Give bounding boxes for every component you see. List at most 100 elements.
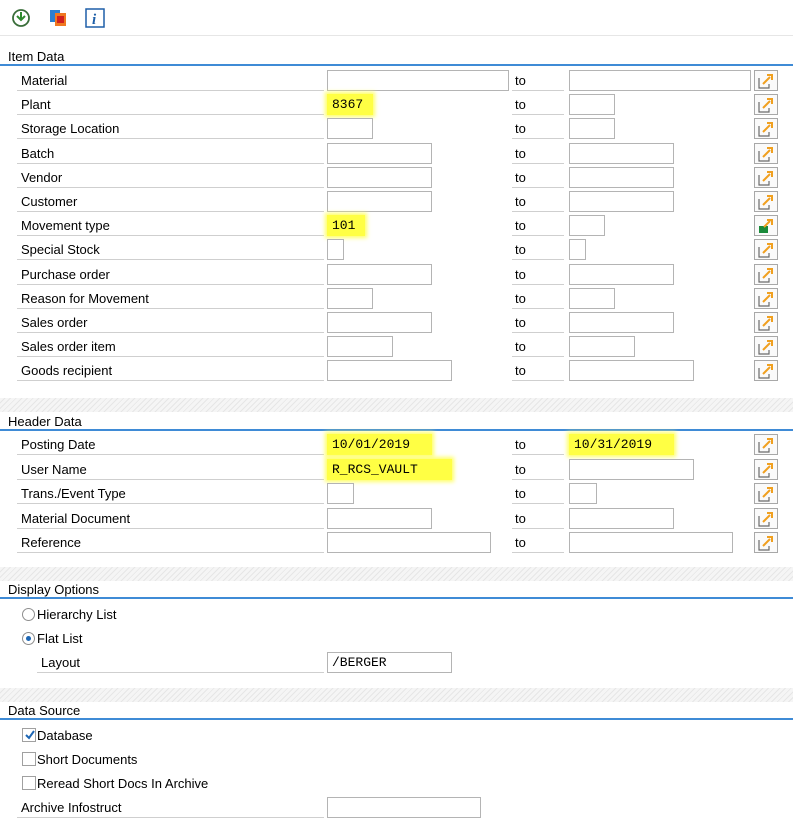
archive-infostruct-field[interactable]: [327, 797, 481, 818]
multiple-selection-button[interactable]: [754, 532, 778, 553]
multiple-selection-button[interactable]: [754, 287, 778, 309]
from-field[interactable]: [327, 507, 432, 529]
from-field[interactable]: 101: [327, 215, 365, 237]
multiple-selection-button[interactable]: [754, 142, 778, 164]
multiple-selection-button[interactable]: [754, 239, 778, 261]
from-field[interactable]: 8367: [327, 94, 373, 116]
to-field[interactable]: [569, 70, 751, 91]
multiple-selection-button[interactable]: [754, 360, 778, 382]
field-label: Material: [17, 70, 324, 91]
multiple-selection-button[interactable]: [754, 336, 778, 358]
from-field[interactable]: [327, 263, 432, 285]
from-field[interactable]: [327, 312, 432, 333]
multiple-selection-button[interactable]: [754, 118, 778, 140]
layout-label: Layout: [37, 652, 324, 673]
multiple-selection-button[interactable]: [754, 191, 778, 212]
to-label: to: [512, 459, 564, 480]
select-option-row: Customer to: [0, 191, 793, 215]
select-option-row: Movement type 101 to: [0, 215, 793, 239]
to-label: to: [512, 239, 564, 261]
field-label: Customer: [17, 191, 324, 212]
to-field[interactable]: [569, 215, 605, 237]
from-field[interactable]: 10/01/2019: [327, 434, 432, 455]
to-field[interactable]: [569, 166, 674, 188]
to-label: to: [512, 191, 564, 212]
field-label: Batch: [17, 143, 324, 164]
from-field[interactable]: [327, 142, 432, 164]
selection-screen-icon[interactable]: [48, 7, 70, 29]
select-option-row: Sales order item to: [0, 336, 793, 360]
from-field[interactable]: [327, 287, 373, 309]
to-label: to: [512, 312, 564, 333]
from-field[interactable]: [327, 70, 509, 91]
select-option-row: Plant 8367 to: [0, 94, 793, 118]
field-label: Reason for Movement: [17, 288, 324, 309]
section-title-display-options: Display Options: [0, 581, 793, 599]
to-label: to: [512, 94, 564, 116]
section-title-header-data: Header Data: [0, 413, 793, 431]
multiple-selection-button[interactable]: [754, 434, 778, 455]
short-documents-checkbox[interactable]: [22, 752, 36, 766]
to-label: to: [512, 360, 564, 382]
to-field[interactable]: [569, 312, 674, 333]
multiple-selection-button[interactable]: [754, 483, 778, 504]
from-field[interactable]: [327, 118, 373, 140]
flat-list-label: Flat List: [37, 631, 83, 646]
multiple-selection-button[interactable]: [754, 70, 778, 91]
layout-field[interactable]: /BERGER: [327, 652, 452, 673]
to-field[interactable]: [569, 263, 674, 285]
archive-infostruct-label: Archive Infostruct: [17, 797, 324, 818]
from-field[interactable]: [327, 360, 452, 382]
from-field[interactable]: [327, 532, 491, 553]
from-field[interactable]: [327, 166, 432, 188]
reread-short-docs-option[interactable]: Reread Short Docs In Archive: [0, 773, 793, 797]
info-icon[interactable]: i: [84, 7, 106, 29]
to-field[interactable]: [569, 94, 615, 116]
to-field[interactable]: [569, 360, 694, 382]
select-option-row: Trans./Event Type to: [0, 483, 793, 507]
multiple-selection-button[interactable]: [754, 166, 778, 188]
from-field[interactable]: [327, 483, 354, 504]
to-field[interactable]: [569, 239, 586, 261]
application-toolbar: i: [0, 0, 793, 36]
to-field[interactable]: [569, 118, 615, 140]
section-divider: [0, 398, 793, 412]
multiple-selection-button[interactable]: [754, 94, 778, 116]
reread-short-docs-label: Reread Short Docs In Archive: [37, 776, 209, 791]
multiple-selection-button[interactable]: [754, 458, 778, 480]
multiple-selection-button[interactable]: [754, 215, 778, 237]
section-divider: [0, 688, 793, 702]
select-option-row: Reference to: [0, 532, 793, 556]
flat-list-radio[interactable]: [22, 632, 35, 645]
multiple-selection-button[interactable]: [754, 263, 778, 285]
to-field[interactable]: [569, 507, 674, 529]
to-label: to: [512, 483, 564, 504]
multiple-selection-button[interactable]: [754, 507, 778, 529]
to-field[interactable]: [569, 142, 674, 164]
reread-short-docs-checkbox[interactable]: [22, 776, 36, 790]
to-field[interactable]: [569, 336, 635, 358]
database-checkbox[interactable]: [22, 728, 36, 742]
hierarchy-list-radio[interactable]: [22, 608, 35, 621]
field-label: Sales order: [17, 312, 324, 333]
from-field[interactable]: [327, 239, 344, 261]
database-option[interactable]: Database: [0, 725, 793, 749]
to-label: to: [512, 70, 564, 91]
to-field[interactable]: [569, 287, 615, 309]
execute-icon[interactable]: [10, 7, 32, 29]
from-field[interactable]: R_RCS_VAULT: [327, 458, 452, 480]
to-label: to: [512, 336, 564, 358]
flat-list-option[interactable]: Flat List: [0, 628, 793, 652]
to-field[interactable]: 10/31/2019: [569, 434, 674, 455]
section-title-item-data: Item Data: [0, 48, 793, 66]
multiple-selection-button[interactable]: [754, 312, 778, 333]
to-field[interactable]: [569, 483, 597, 504]
from-field[interactable]: [327, 336, 393, 358]
field-label: Sales order item: [17, 336, 324, 358]
to-field[interactable]: [569, 532, 733, 553]
short-documents-option[interactable]: Short Documents: [0, 749, 793, 773]
from-field[interactable]: [327, 191, 432, 212]
hierarchy-list-option[interactable]: Hierarchy List: [0, 604, 793, 628]
to-field[interactable]: [569, 458, 694, 480]
to-field[interactable]: [569, 191, 674, 212]
